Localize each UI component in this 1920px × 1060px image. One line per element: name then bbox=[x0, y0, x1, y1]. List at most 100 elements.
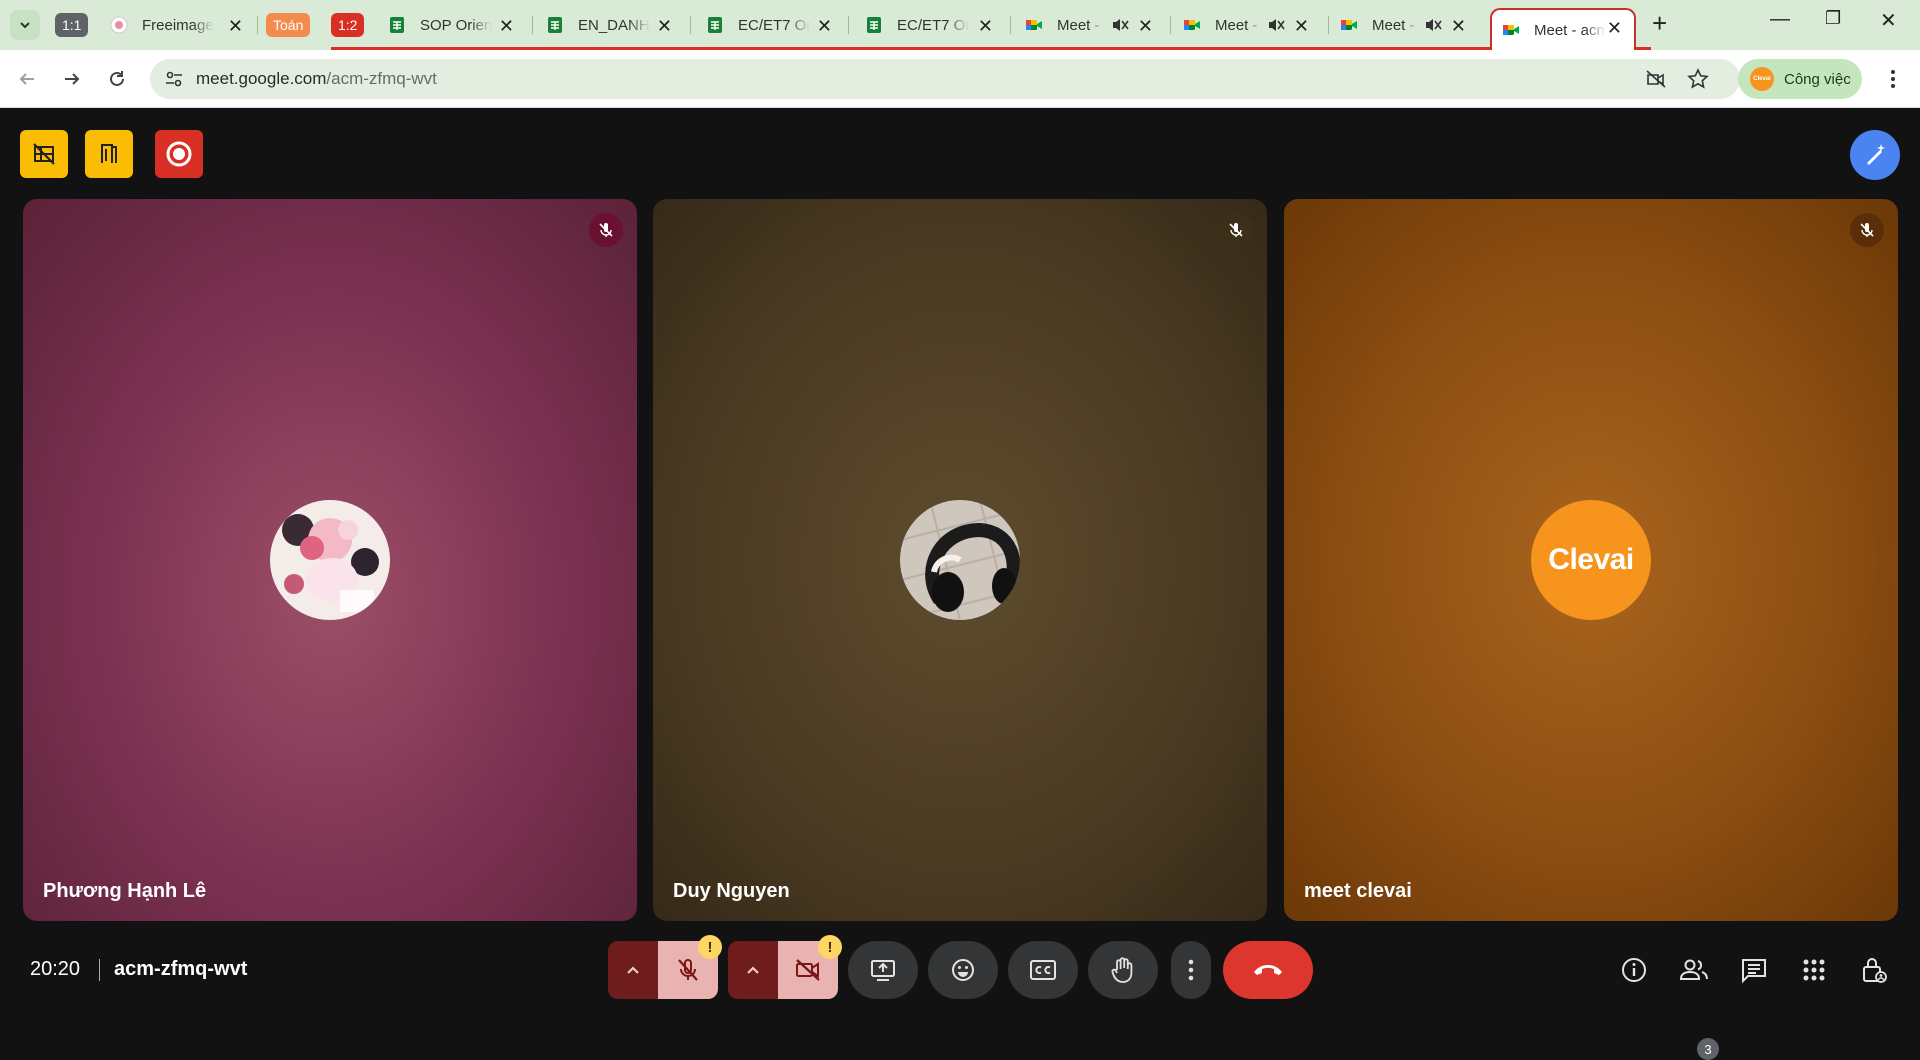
tab-separator bbox=[1328, 16, 1329, 34]
breakout-room-button[interactable] bbox=[85, 130, 133, 178]
window-close-icon[interactable]: ✕ bbox=[1880, 8, 1897, 33]
site-settings-icon[interactable] bbox=[164, 69, 184, 89]
camera-warning-badge[interactable]: ! bbox=[818, 935, 842, 959]
minimize-icon[interactable]: — bbox=[1770, 8, 1790, 31]
camera-blocked-icon[interactable] bbox=[1645, 69, 1667, 89]
bookmark-star-icon[interactable] bbox=[1687, 68, 1709, 90]
meeting-clock: 20:20 bbox=[30, 958, 81, 980]
audio-options-button[interactable] bbox=[608, 941, 658, 999]
close-icon[interactable]: ✕ bbox=[1138, 16, 1153, 37]
people-button[interactable] bbox=[1670, 946, 1718, 994]
tab-group-chip[interactable]: 1:1 bbox=[55, 13, 89, 37]
tab-title: Meet - bbox=[1215, 16, 1258, 34]
tab-meet-2[interactable]: Meet - ✕ bbox=[1173, 8, 1321, 42]
recording-button[interactable] bbox=[155, 130, 203, 178]
back-button[interactable] bbox=[12, 64, 42, 94]
tab-title: EC/ET7 Or bbox=[897, 16, 969, 34]
close-icon[interactable]: ✕ bbox=[1607, 18, 1622, 39]
closed-captions-icon bbox=[1030, 960, 1056, 980]
tab-group-chip[interactable]: 1:2 bbox=[331, 13, 365, 37]
no-video-grid-icon bbox=[33, 143, 55, 165]
chat-button[interactable] bbox=[1730, 946, 1778, 994]
participant-tile[interactable]: Duy Nguyen bbox=[653, 199, 1267, 921]
captions-button[interactable] bbox=[1008, 941, 1078, 999]
url-text[interactable]: meet.google.com/acm-zfmq-wvt bbox=[196, 69, 437, 89]
reload-button[interactable] bbox=[102, 64, 132, 94]
tab-search-button[interactable] bbox=[10, 10, 40, 40]
participant-tile[interactable]: Phương Hạnh Lê bbox=[23, 199, 637, 921]
host-controls-button[interactable] bbox=[1850, 946, 1898, 994]
mic-off-indicator bbox=[1850, 213, 1884, 247]
mic-off-indicator bbox=[589, 213, 623, 247]
close-icon[interactable]: ✕ bbox=[499, 16, 514, 37]
url-path: /acm-zfmq-wvt bbox=[326, 69, 437, 88]
mic-warning-badge[interactable]: ! bbox=[698, 935, 722, 959]
close-icon[interactable]: ✕ bbox=[657, 16, 672, 37]
call-end-icon bbox=[1254, 965, 1282, 975]
freeimage-icon bbox=[110, 16, 128, 34]
info-separator bbox=[99, 959, 100, 981]
google-sheets-icon bbox=[390, 17, 404, 33]
more-vert-icon bbox=[1891, 70, 1895, 88]
close-icon[interactable]: ✕ bbox=[978, 16, 993, 37]
tab-title: Meet - bbox=[1057, 16, 1100, 34]
emoji-icon bbox=[952, 959, 974, 981]
profile-button[interactable]: Clevai Công việc bbox=[1738, 59, 1862, 99]
tab-freeimage[interactable]: Freeimage ✕ bbox=[100, 8, 255, 42]
mic-off-icon bbox=[1860, 223, 1874, 237]
tab-title: Meet - bbox=[1372, 16, 1415, 34]
tab-muted-icon[interactable] bbox=[1111, 17, 1129, 33]
google-sheets-icon bbox=[548, 17, 562, 33]
chevron-up-icon bbox=[627, 966, 639, 974]
close-icon[interactable]: ✕ bbox=[1451, 16, 1466, 37]
more-options-button[interactable] bbox=[1171, 941, 1211, 999]
camera-off-icon bbox=[796, 959, 820, 981]
tab-muted-icon[interactable] bbox=[1424, 17, 1442, 33]
tab-title: SOP Orien bbox=[420, 16, 492, 34]
browser-menu-button[interactable] bbox=[1878, 64, 1908, 94]
close-icon[interactable]: ✕ bbox=[228, 16, 243, 37]
tab-meet-active[interactable]: Meet - acm ✕ bbox=[1490, 8, 1636, 50]
activities-button[interactable] bbox=[1790, 946, 1838, 994]
close-icon[interactable]: ✕ bbox=[1294, 16, 1309, 37]
raise-hand-button[interactable] bbox=[1088, 941, 1158, 999]
tab-muted-icon[interactable] bbox=[1267, 17, 1285, 33]
reload-icon bbox=[110, 71, 124, 86]
participant-count-badge: 3 bbox=[1697, 1038, 1719, 1060]
google-sheets-icon bbox=[867, 17, 881, 33]
tab-title: EC/ET7 Or bbox=[738, 16, 810, 34]
tab-group-chip[interactable]: Toán bbox=[266, 13, 311, 37]
tab-separator bbox=[1010, 16, 1011, 34]
more-vert-icon bbox=[1188, 959, 1194, 981]
tab-ec-et7-2[interactable]: EC/ET7 Or ✕ bbox=[855, 8, 1005, 42]
tab-meet-3[interactable]: Meet - ✕ bbox=[1330, 8, 1478, 42]
close-icon[interactable]: ✕ bbox=[817, 16, 832, 37]
leave-call-button[interactable] bbox=[1223, 941, 1313, 999]
participant-tile[interactable]: Clevai meet clevai bbox=[1284, 199, 1898, 921]
profile-avatar: Clevai bbox=[1750, 67, 1774, 91]
restore-icon[interactable]: ❐ bbox=[1825, 8, 1841, 29]
tab-meet-1[interactable]: Meet - ✕ bbox=[1015, 8, 1165, 42]
magic-pen-icon bbox=[1867, 144, 1885, 165]
url-host: meet.google.com bbox=[196, 69, 327, 88]
tab-title: EN_DANH bbox=[578, 16, 650, 34]
browser-toolbar: meet.google.com/acm-zfmq-wvt Clevai Công… bbox=[0, 50, 1920, 108]
record-icon bbox=[166, 141, 192, 167]
meeting-details-button[interactable] bbox=[1610, 946, 1658, 994]
present-screen-button[interactable] bbox=[848, 941, 918, 999]
info-icon bbox=[1622, 958, 1646, 982]
tab-title: Freeimage bbox=[142, 16, 214, 34]
new-tab-button[interactable]: + bbox=[1652, 8, 1667, 39]
chevron-up-icon bbox=[747, 966, 759, 974]
hide-video-tiles-button[interactable] bbox=[20, 130, 68, 178]
forward-button[interactable] bbox=[57, 64, 87, 94]
tab-sop-orientation[interactable]: SOP Orien ✕ bbox=[378, 8, 526, 42]
mic-off-indicator bbox=[1219, 213, 1253, 247]
address-bar[interactable]: meet.google.com/acm-zfmq-wvt bbox=[150, 59, 1740, 99]
google-meet-icon bbox=[1341, 20, 1357, 30]
tab-en-danh[interactable]: EN_DANH ✕ bbox=[536, 8, 684, 42]
ai-assist-button[interactable] bbox=[1850, 130, 1900, 180]
reactions-button[interactable] bbox=[928, 941, 998, 999]
video-options-button[interactable] bbox=[728, 941, 778, 999]
tab-ec-et7-1[interactable]: EC/ET7 Or ✕ bbox=[696, 8, 844, 42]
